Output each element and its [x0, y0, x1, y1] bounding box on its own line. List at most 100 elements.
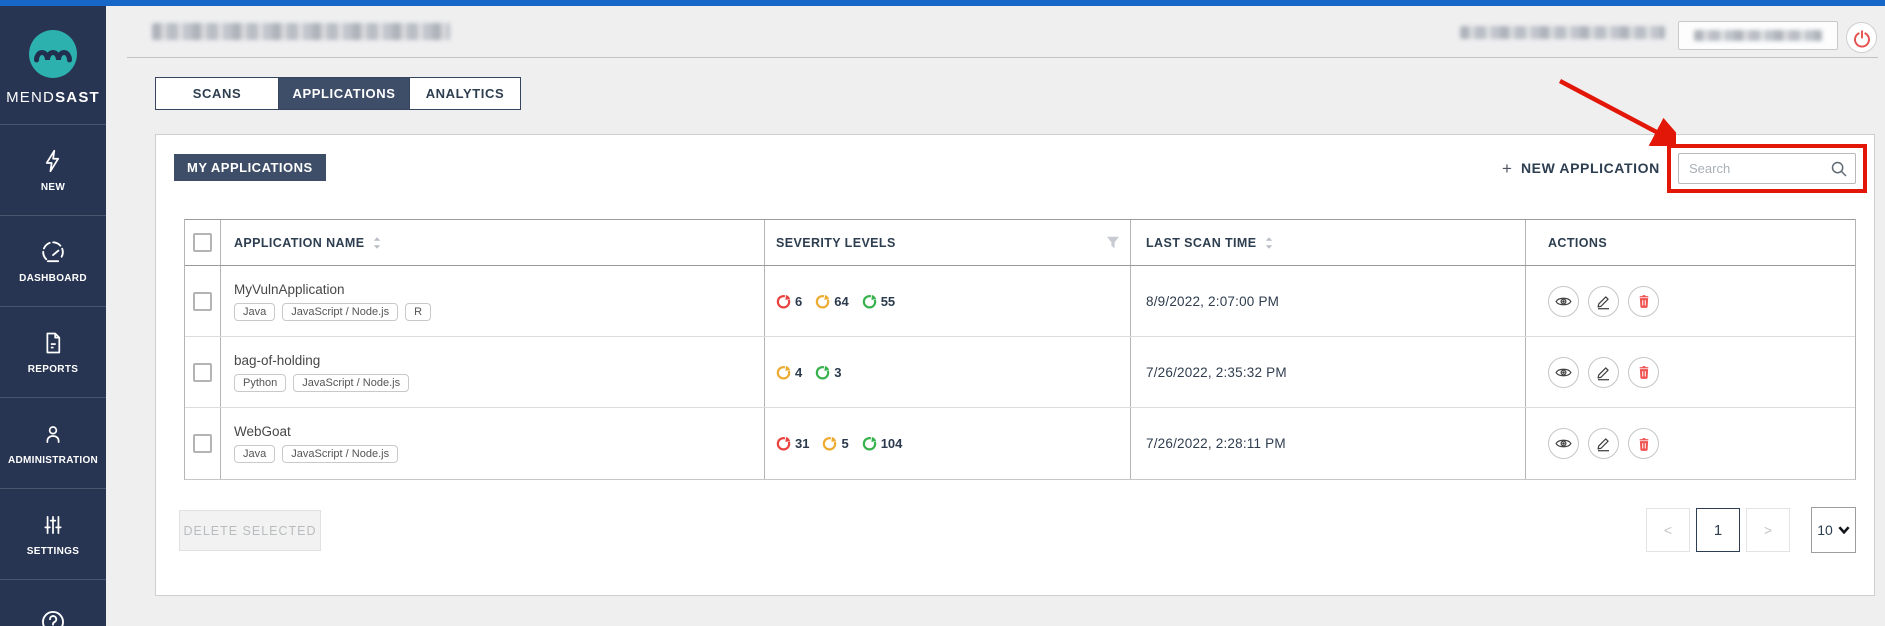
- select-all-checkbox[interactable]: [193, 233, 212, 252]
- tab-analytics[interactable]: ANALYTICS: [409, 78, 520, 109]
- sort-icon[interactable]: [1264, 236, 1274, 250]
- table-body: MyVulnApplication Java JavaScript / Node.…: [185, 266, 1855, 479]
- plus-icon: +: [1502, 158, 1512, 178]
- row-checkbox[interactable]: [193, 434, 212, 453]
- power-icon: [1853, 29, 1870, 47]
- language-tags: Java JavaScript / Node.js: [234, 445, 399, 463]
- edit-button[interactable]: [1588, 285, 1619, 317]
- redacted-org-selector[interactable]: [1678, 21, 1838, 50]
- application-name[interactable]: WebGoat: [234, 424, 291, 439]
- row-actions: [1525, 337, 1855, 407]
- view-button[interactable]: [1548, 428, 1579, 459]
- sidebar-nav: NEW DASHBOARD REPORTS ADMINISTRATION SET…: [0, 124, 106, 626]
- report-icon: [39, 329, 67, 357]
- applications-card: MY APPLICATIONS + NEW APPLICATION Search…: [155, 134, 1875, 596]
- row-checkbox[interactable]: [193, 362, 212, 382]
- my-applications-badge: MY APPLICATIONS: [174, 154, 326, 181]
- main-area: SCANS APPLICATIONS ANALYTICS MY APPLICATIO…: [106, 6, 1885, 626]
- redacted-org-text: [1694, 30, 1822, 41]
- eye-icon: [1554, 363, 1573, 382]
- eye-icon: [1554, 434, 1573, 453]
- language-tags: Java JavaScript / Node.js R: [234, 302, 432, 321]
- sliders-icon: [39, 511, 67, 539]
- last-scan-time: 8/9/2022, 2:07:00 PM: [1146, 293, 1280, 309]
- mend-logo-icon: [29, 30, 77, 78]
- col-severity-levels: SEVERITY LEVELS: [776, 235, 896, 250]
- view-button[interactable]: [1548, 356, 1579, 388]
- severity-low: 3: [815, 365, 841, 380]
- col-application-name[interactable]: APPLICATION NAME: [234, 236, 364, 250]
- severity-cell: 31 5 104: [764, 408, 1130, 479]
- pagination: < 1 > 10: [1646, 507, 1856, 553]
- delete-button[interactable]: [1628, 356, 1659, 388]
- language-tag: Python: [234, 373, 287, 392]
- applications-table: APPLICATION NAME SEVERITY LEVELS LAST SC…: [184, 219, 1856, 480]
- power-button[interactable]: [1846, 22, 1877, 53]
- sort-icon[interactable]: [372, 236, 382, 250]
- col-last-scan-time[interactable]: LAST SCAN TIME: [1146, 236, 1256, 250]
- severity-cell: 6 64 55: [764, 266, 1130, 336]
- redacted-page-title: [152, 23, 450, 40]
- tab-scans[interactable]: SCANS: [156, 78, 278, 109]
- severity-low: 55: [862, 294, 895, 309]
- filter-icon[interactable]: [1106, 236, 1120, 249]
- severity-medium: 5: [822, 436, 849, 451]
- pencil-icon: [1594, 292, 1613, 311]
- last-scan-time: 7/26/2022, 2:35:32 PM: [1146, 364, 1287, 380]
- language-tag: JavaScript / Node.js: [293, 373, 410, 392]
- application-name[interactable]: MyVulnApplication: [234, 282, 345, 297]
- edit-button[interactable]: [1588, 356, 1619, 388]
- tab-applications[interactable]: APPLICATIONS: [278, 78, 409, 109]
- edit-button[interactable]: [1588, 428, 1619, 459]
- sidebar-item-reports[interactable]: REPORTS: [0, 306, 106, 397]
- next-page-button[interactable]: >: [1746, 508, 1790, 552]
- trash-icon: [1635, 435, 1653, 453]
- delete-selected-button[interactable]: DELETE SELECTED: [179, 510, 321, 551]
- delete-button[interactable]: [1628, 285, 1659, 317]
- table-row: MyVulnApplication Java JavaScript / Node.…: [185, 266, 1855, 337]
- pie-icon: [776, 365, 791, 380]
- pie-icon: [862, 294, 877, 309]
- sidebar: MENDSAST NEW DASHBOARD REPORTS ADMINISTR…: [0, 6, 106, 626]
- application-name[interactable]: bag-of-holding: [234, 353, 320, 368]
- severity-cell: 43: [764, 337, 1130, 407]
- help-icon: [39, 608, 67, 626]
- language-tag: JavaScript / Node.js: [282, 445, 399, 463]
- tab-bar: SCANS APPLICATIONS ANALYTICS: [155, 77, 521, 110]
- user-icon: [39, 420, 67, 448]
- sidebar-item-new[interactable]: NEW: [0, 124, 106, 215]
- view-button[interactable]: [1548, 285, 1579, 317]
- pie-icon: [776, 294, 791, 309]
- row-actions: [1525, 266, 1855, 336]
- language-tags: Python JavaScript / Node.js: [234, 373, 410, 392]
- pencil-icon: [1594, 363, 1613, 382]
- pie-icon: [776, 436, 791, 451]
- page-size-select[interactable]: 10: [1811, 507, 1856, 553]
- row-actions: [1525, 408, 1855, 479]
- sidebar-item-administration[interactable]: ADMINISTRATION: [0, 397, 106, 488]
- severity-high: 31: [776, 436, 809, 451]
- search-icon[interactable]: [1830, 160, 1848, 183]
- severity-high: 6: [776, 294, 802, 309]
- new-application-button[interactable]: + NEW APPLICATION: [1502, 154, 1660, 182]
- row-checkbox[interactable]: [193, 291, 212, 311]
- delete-button[interactable]: [1628, 428, 1659, 459]
- trash-icon: [1635, 292, 1653, 310]
- redacted-user-info: [1460, 26, 1665, 39]
- sidebar-item-settings[interactable]: SETTINGS: [0, 488, 106, 579]
- col-actions: ACTIONS: [1548, 235, 1608, 250]
- pie-icon: [815, 294, 830, 309]
- prev-page-button[interactable]: <: [1646, 508, 1690, 552]
- app-screen: MENDSAST NEW DASHBOARD REPORTS ADMINISTR…: [0, 0, 1885, 626]
- lightning-icon: [39, 147, 67, 175]
- pie-icon: [815, 365, 830, 380]
- current-page-button[interactable]: 1: [1696, 508, 1740, 552]
- sidebar-item-help[interactable]: [0, 579, 106, 626]
- language-tag: JavaScript / Node.js: [282, 302, 399, 321]
- header-divider: [127, 57, 1878, 58]
- annotation-highlight-box: [1667, 144, 1867, 193]
- severity-medium: 4: [776, 365, 802, 380]
- search-box: [1678, 153, 1856, 184]
- sidebar-item-dashboard[interactable]: DASHBOARD: [0, 215, 106, 306]
- language-tag: Java: [234, 445, 276, 463]
